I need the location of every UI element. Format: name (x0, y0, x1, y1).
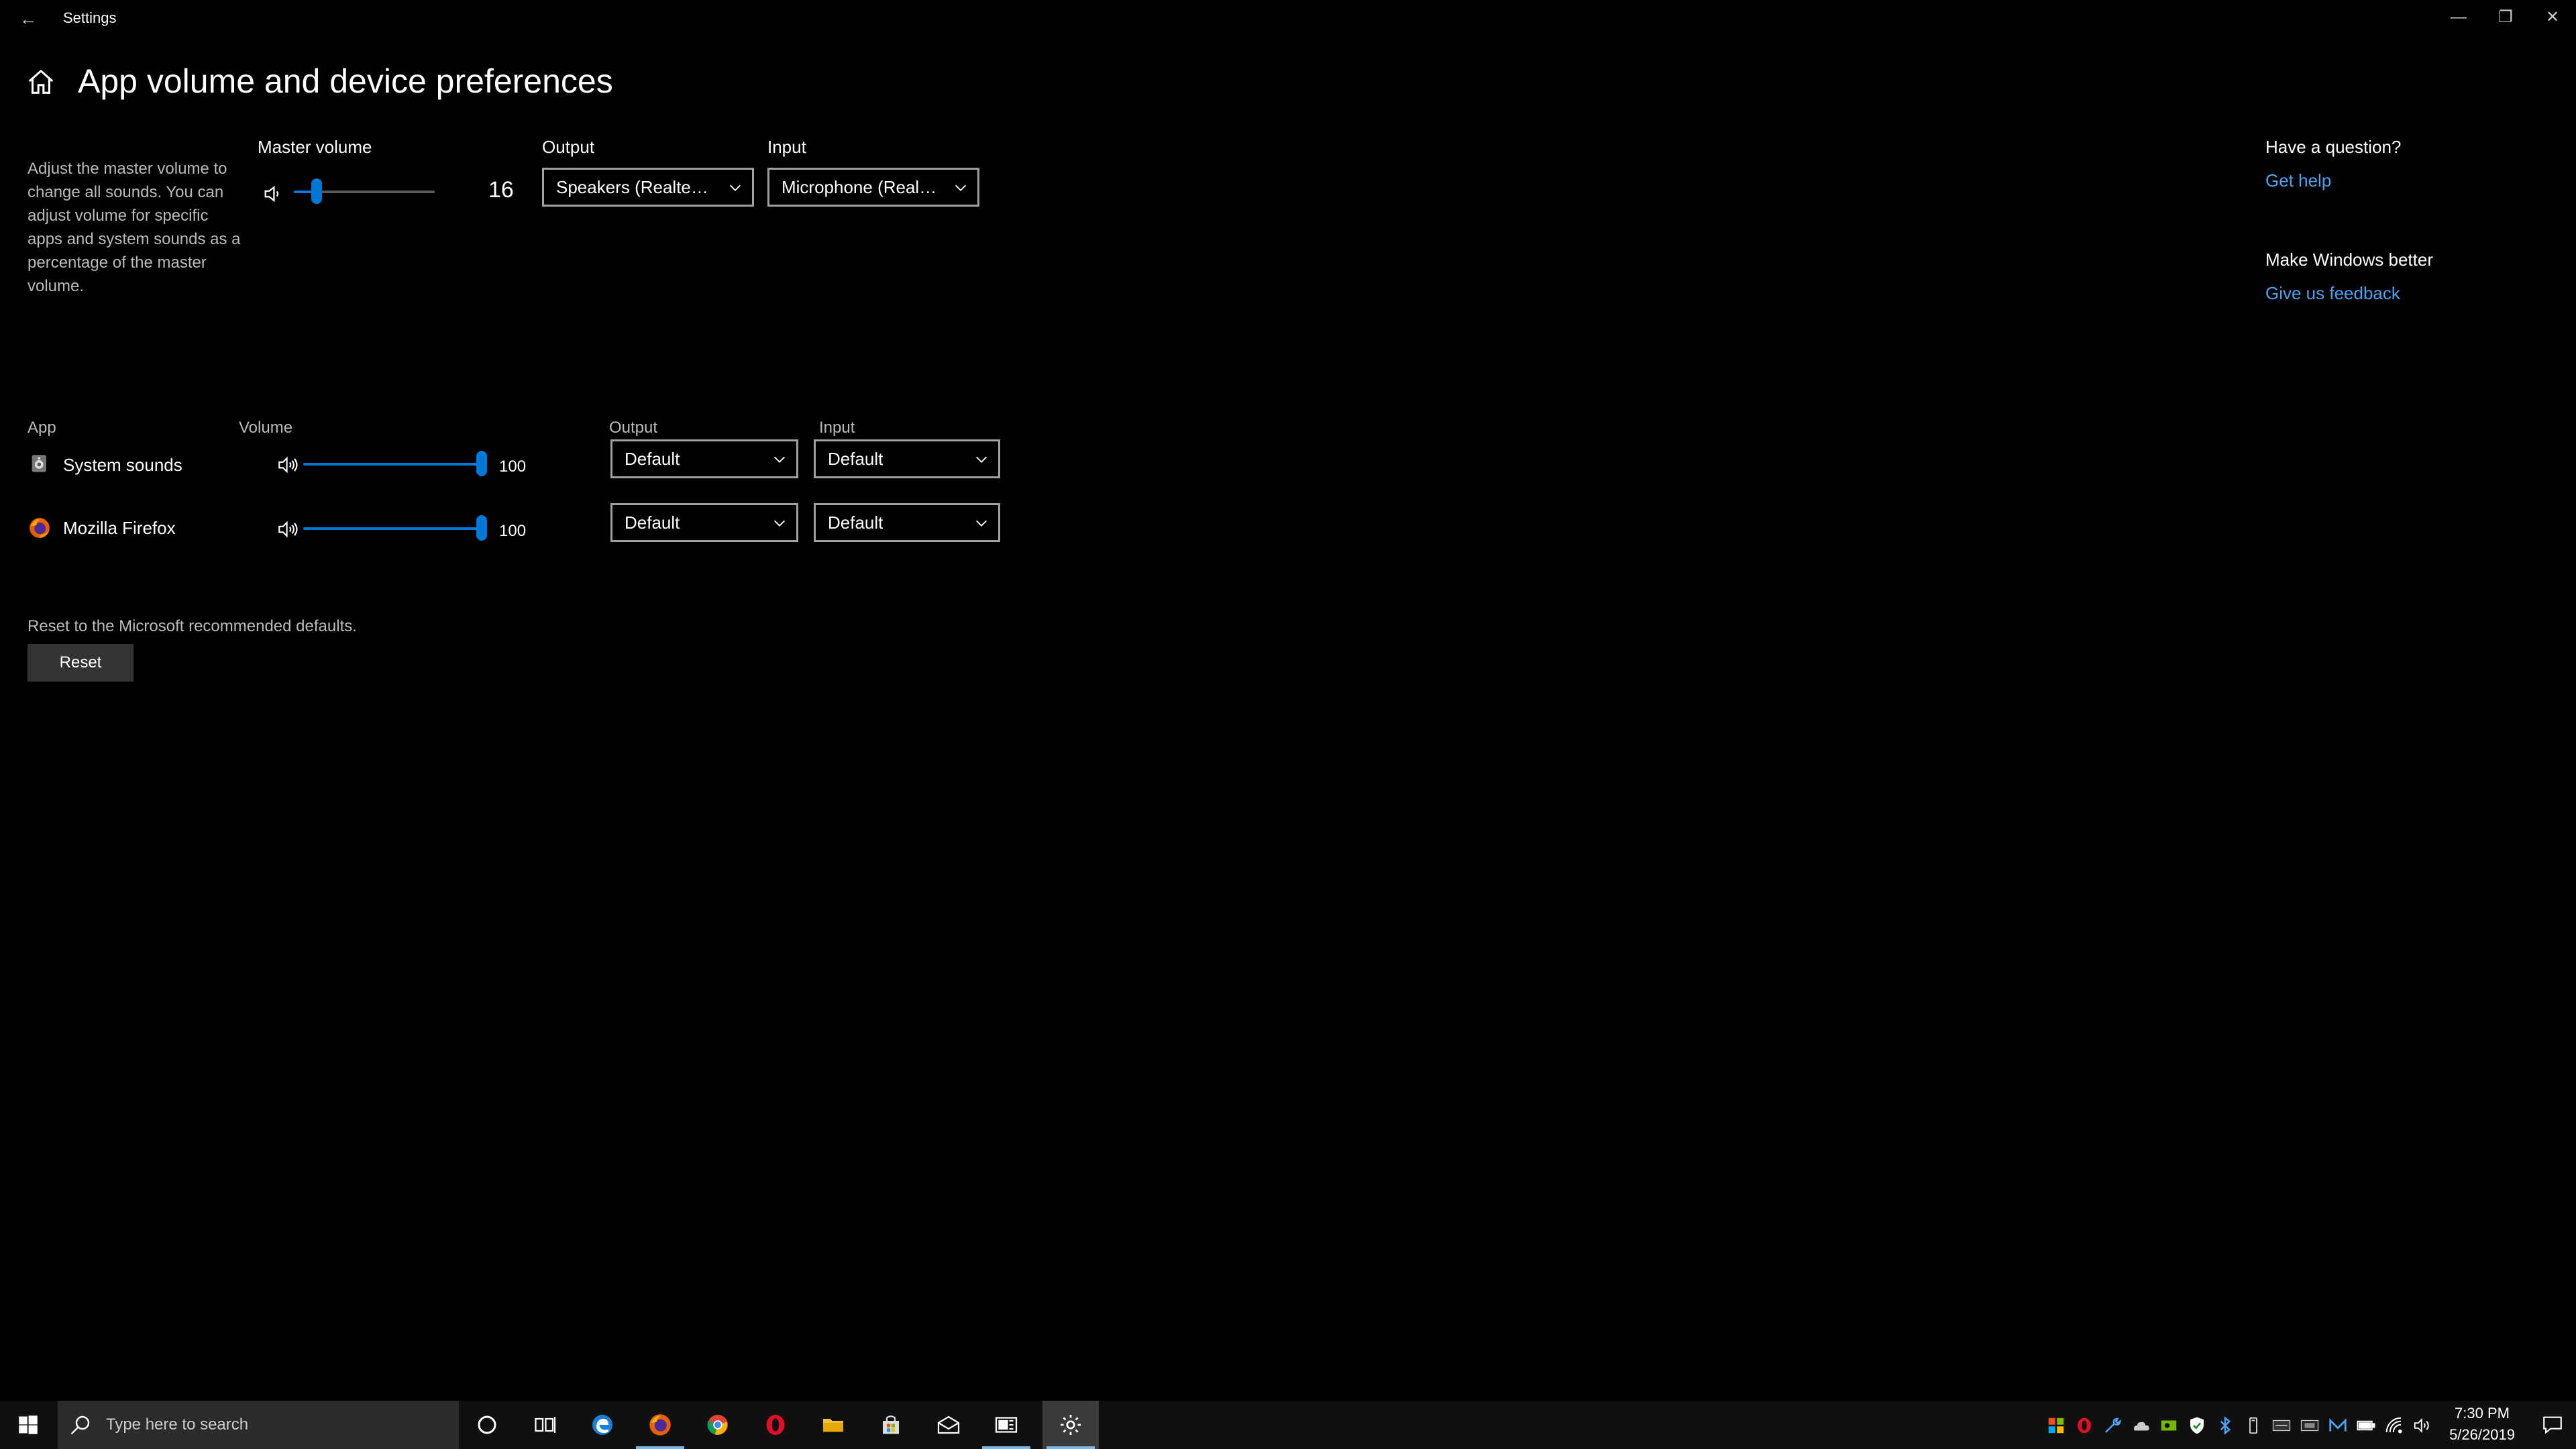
speaker-icon[interactable] (276, 453, 299, 476)
app-tray-icon[interactable] (2271, 1415, 2292, 1436)
page-description: Adjust the master volume to change all s… (28, 160, 241, 295)
onedrive-tray-icon[interactable] (2131, 1415, 2151, 1436)
get-help-link[interactable]: Get help (2265, 170, 2331, 191)
system-sounds-icon (28, 452, 51, 475)
reset-description: Reset to the Microsoft recommended defau… (28, 617, 357, 635)
input-label: Input (767, 137, 806, 157)
display-tray-icon[interactable] (2300, 1415, 2320, 1436)
column-header-app: App (28, 419, 56, 437)
master-volume-value: 16 (488, 177, 514, 203)
volume-fill (303, 527, 482, 530)
task-view-icon[interactable] (517, 1401, 573, 1449)
speaker-icon[interactable] (276, 518, 299, 541)
chevron-down-icon (955, 184, 966, 191)
edge-icon[interactable] (574, 1401, 631, 1449)
column-header-input: Input (819, 419, 855, 437)
output-label: Output (542, 137, 595, 157)
dropdown-value: Default (625, 513, 680, 533)
chevron-down-icon (774, 520, 785, 527)
chrome-icon[interactable] (690, 1401, 746, 1449)
output-device-dropdown[interactable]: Speakers (Realtek... (542, 168, 754, 207)
restore-button[interactable]: ❐ (2482, 4, 2529, 31)
reset-button[interactable]: Reset (28, 644, 133, 682)
title-bar: ← Settings — ❐ ✕ (0, 0, 2576, 43)
dropdown-value: Default (828, 449, 883, 469)
mail-icon[interactable] (920, 1401, 977, 1449)
chevron-down-icon (976, 456, 987, 463)
firefox-volume-slider[interactable] (303, 527, 482, 530)
cortana-icon[interactable] (459, 1401, 515, 1449)
home-icon[interactable] (25, 67, 56, 98)
input-device-value: Microphone (Realt... (782, 177, 937, 197)
firefox-output-dropdown[interactable]: Default (610, 503, 798, 542)
chevron-down-icon (976, 520, 987, 527)
office-tray-icon[interactable] (2046, 1415, 2066, 1436)
column-header-volume: Volume (239, 419, 293, 437)
minimize-button[interactable]: — (2435, 4, 2482, 31)
app-name: Mozilla Firefox (63, 518, 176, 538)
settings-icon[interactable] (1042, 1401, 1099, 1449)
master-volume-thumb[interactable] (311, 178, 322, 204)
give-feedback-link[interactable]: Give us feedback (2265, 283, 2400, 304)
taskbar-clock-date[interactable]: 5/26/2019 (2442, 1426, 2522, 1444)
master-volume-label: Master volume (258, 137, 372, 157)
system-sounds-output-dropdown[interactable]: Default (610, 439, 798, 478)
firefox-volume-thumb[interactable] (476, 515, 487, 541)
system-sounds-input-dropdown[interactable]: Default (814, 439, 1000, 478)
chevron-down-icon (774, 456, 785, 463)
search-placeholder: Type here to search (106, 1415, 249, 1434)
tool-tray-icon[interactable] (2102, 1415, 2123, 1436)
system-sounds-volume-slider[interactable] (303, 463, 482, 466)
wifi-tray-icon[interactable] (2384, 1415, 2404, 1436)
file-explorer-icon[interactable] (805, 1401, 861, 1449)
volume-tray-icon[interactable] (2412, 1415, 2432, 1436)
speaker-icon[interactable] (262, 182, 284, 205)
battery-tray-icon[interactable] (2356, 1415, 2376, 1436)
usb-tray-icon[interactable] (2243, 1415, 2263, 1436)
column-header-output: Output (609, 419, 658, 437)
back-button[interactable]: ← (15, 5, 42, 32)
store-icon[interactable] (863, 1401, 919, 1449)
output-device-value: Speakers (Realtek... (556, 177, 712, 197)
search-icon (68, 1413, 93, 1437)
window-title: Settings (63, 9, 117, 26)
taskbar-clock-time[interactable]: 7:30 PM (2442, 1405, 2522, 1422)
taskbar-search-box[interactable]: Type here to search (58, 1401, 459, 1449)
firefox-input-dropdown[interactable]: Default (814, 503, 1000, 542)
chevron-down-icon (730, 184, 741, 191)
volume-value: 100 (499, 522, 527, 540)
taskbar: Type here to search 7:30 PM 5/26/2019 (0, 1401, 2576, 1449)
dropdown-value: Default (625, 449, 680, 469)
news-icon[interactable] (978, 1401, 1034, 1449)
volume-value: 100 (499, 458, 527, 476)
system-sounds-volume-thumb[interactable] (476, 451, 487, 476)
bluetooth-tray-icon[interactable] (2215, 1415, 2235, 1436)
windows-logo-icon (19, 1415, 38, 1434)
mail-tray-icon[interactable] (2328, 1415, 2348, 1436)
input-device-dropdown[interactable]: Microphone (Realt... (767, 168, 979, 207)
close-button[interactable]: ✕ (2529, 4, 2576, 31)
feedback-heading: Make Windows better (2265, 250, 2433, 270)
nvidia-tray-icon[interactable] (2159, 1415, 2179, 1436)
start-button[interactable] (0, 1401, 56, 1449)
volume-fill (303, 463, 482, 466)
firefox-icon (28, 517, 51, 539)
security-tray-icon[interactable] (2187, 1415, 2207, 1436)
help-heading: Have a question? (2265, 137, 2402, 157)
opera-icon[interactable] (747, 1401, 804, 1449)
opera-tray-icon[interactable] (2074, 1415, 2094, 1436)
action-center-icon[interactable] (2529, 1401, 2576, 1449)
dropdown-value: Default (828, 513, 883, 533)
page-title: App volume and device preferences (78, 62, 613, 100)
firefox-icon[interactable] (632, 1401, 688, 1449)
app-name: System sounds (63, 455, 182, 475)
